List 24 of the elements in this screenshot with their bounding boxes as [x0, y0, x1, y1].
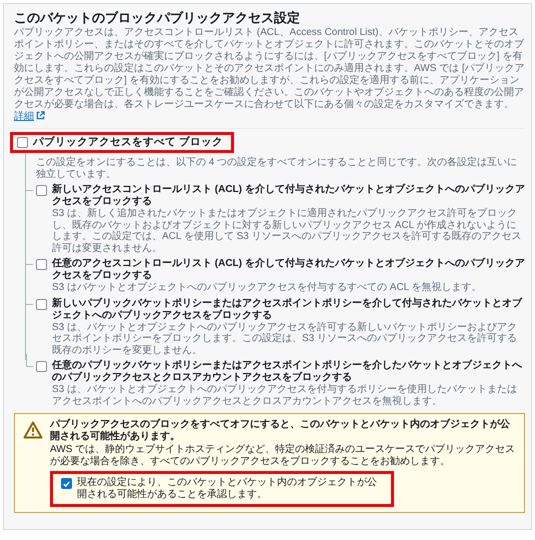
checkbox-label: 新しいパブリックバケットポリシーまたはアクセスポイントポリシーを介して付与されたバケットとオブジェクトへのパブリックアクセスをブロックする: [52, 298, 524, 322]
checkbox-label: 新しいアクセスコントロールリスト (ACL) を介して付与されたバケットとオブジェクトへのパブリックアクセスをブロックする: [52, 184, 525, 208]
checkbox-label: 任意のパブリックバケットポリシーまたはアクセスポイントポリシーを介したバケットとオブジェクトへのパブリックアクセスとクロスアカウントアクセスをブロックする: [52, 360, 523, 384]
warning-title: パブリックアクセスのブロックをすべてオフにすると、このバケットとバケット内のオブジェクトが公開される可能性があります。: [50, 419, 511, 443]
warning-text: AWS では、静的ウェブサイトホスティングなど、特定の検証済みのユースケースでパブリックアクセスが必要な場合を除き、すべてのパブリックアクセスをブロックすることをお勧めします。: [50, 444, 516, 468]
checkbox[interactable]: [61, 478, 72, 489]
checkbox[interactable]: [36, 259, 47, 270]
external-link-icon: [36, 111, 45, 120]
checkbox-label: 現在の設定により、このバケットとバケット内のオブジェクトが公開される可能性があることを承認します。: [77, 477, 377, 501]
warning-icon: [23, 421, 43, 439]
setting-description: S3 はバケットとオブジェクトへのパブリックアクセスを付与するすべての ACL を無視します。: [52, 282, 483, 294]
learn-more-link[interactable]: 詳細: [14, 111, 45, 122]
description-text: パブリックアクセスは、アクセスコントロールリスト (ACL、Access Control List)、バケットポリシー、アクセスポイントポリシー、またはそのすべてを介してバケットとオブジェクトに許可されます。このバケットとそのオブジェクトへの公開アクセスが確実にブロックされるようにするには、[パブリックアクセスをすべてブロック] を有効にします。これらの設定はこのバケットとそのアクセスポイントにのみ適用されます。AWS では [パブリックアクセスをすべてブロック] を有効にすることをお勧めしますが、これらの設定を適用する前に、アプリケーションが公開アクセスなしで正しく機能することをご確認ください。このバケットやオブジェクトへのある程度の公開アクセスが必要な場合は、各ストレージユースケースに合わせて以下にある個々の設定をカスタマイズできます。 詳細: [14, 27, 525, 123]
checkbox-label: 任意のアクセスコントロールリスト (ACL) を介して付与されたバケットとオブジェクトへのパブリックアクセスをブロックする: [52, 258, 525, 282]
setting-description: S3 は、バケットとオブジェクトへのパブリックアクセスを許可する新しいバケットポリシーおよびアクセスポイントポリシーをブロックします。この設定は、S3 リソースへのパブリックアクセスを許可する既存のポリシーを変更しません。: [52, 322, 518, 356]
checkbox[interactable]: [17, 137, 28, 148]
checkbox[interactable]: [36, 298, 47, 310]
setting-description: この設定をオンにすることは、以下の 4 つの設定をすべてオンにすることと同じです。次の各設定は互いに独立しています。: [36, 156, 518, 180]
setting-description: S3 は、バケットとオブジェクトへのパブリックアクセスを付与するポリシーを使用したバケットまたはアクセスポイントへのパブリックアクセスとクロスアカウントアクセスを無視します。: [52, 384, 518, 407]
checkbox[interactable]: [36, 361, 47, 372]
section-title: このバケットのブロックパブリックアクセス設定: [14, 10, 301, 26]
setting-description: S3 は、新しく追加されたバケットまたはオブジェクトに適用されたパブリックアクセス許可をブロックし、既存のバケットおよびオブジェクトに対する新しいパブリックアクセス ACL が作成されないようにします。この設定では、ACL を使用して S3 リソースへのパブリックアクセスを許可する既存のアクセス許可は変更されません。: [52, 208, 523, 254]
checkbox[interactable]: [36, 185, 47, 196]
checkbox-label: パブリックアクセスをすべて ブロック: [33, 136, 223, 149]
